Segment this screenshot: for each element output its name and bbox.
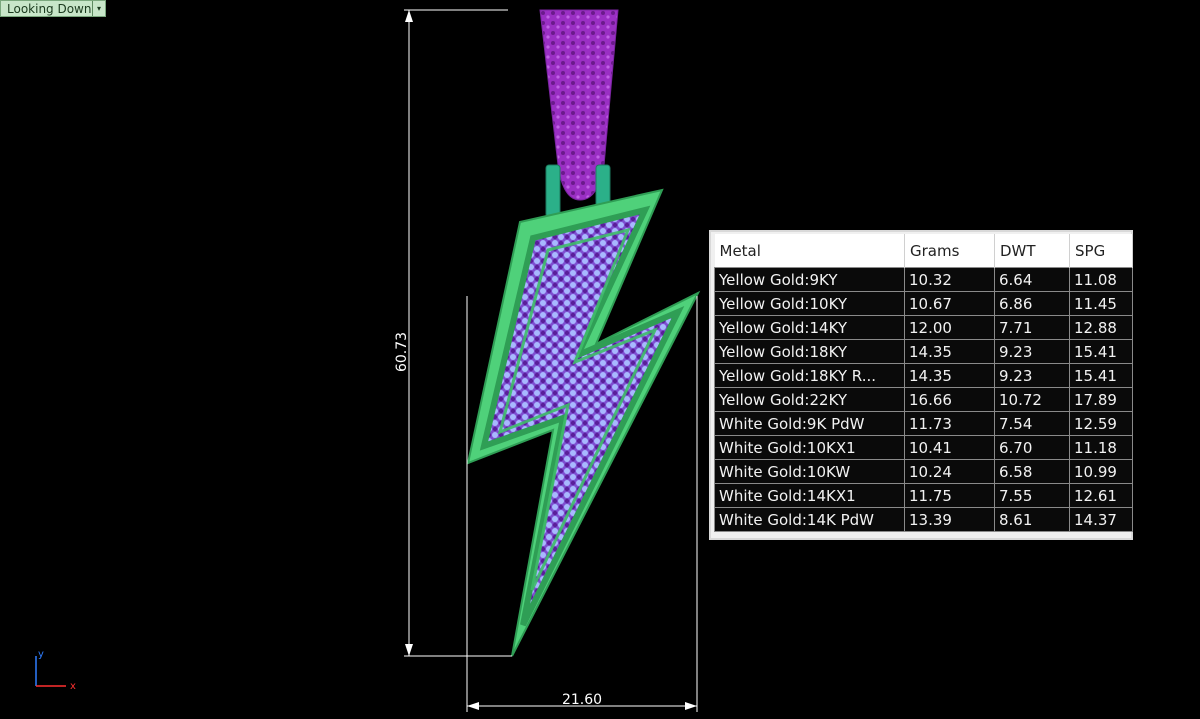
column-header-spg[interactable]: SPG	[1069, 234, 1133, 268]
chevron-down-icon[interactable]: ▾	[92, 1, 105, 16]
grams-cell: 11.73	[904, 411, 995, 436]
height-dimension-text: 60.73	[394, 332, 410, 372]
axis-x-label: x	[70, 681, 76, 692]
spg-cell: 12.61	[1069, 483, 1133, 508]
metal-cell: Yellow Gold:18KY R...	[714, 363, 905, 388]
metal-cell: Yellow Gold:18KY	[714, 339, 905, 364]
dwt-cell: 7.71	[994, 315, 1070, 340]
spg-cell: 11.45	[1069, 291, 1133, 316]
metal-cell: Yellow Gold:22KY	[714, 387, 905, 412]
table-row[interactable]: Yellow Gold:9KY 10.32 6.64 11.08	[714, 267, 1133, 292]
spg-cell: 12.88	[1069, 315, 1133, 340]
column-header-metal[interactable]: Metal	[714, 234, 905, 268]
grams-cell: 10.32	[904, 267, 995, 292]
metal-cell: White Gold:14K PdW	[714, 507, 905, 532]
view-selector[interactable]: Looking Down ▾	[0, 0, 106, 17]
grams-cell: 13.39	[904, 507, 995, 532]
spg-cell: 14.37	[1069, 507, 1133, 532]
grams-cell: 11.75	[904, 483, 995, 508]
spg-cell: 11.18	[1069, 435, 1133, 460]
axis-gizmo: y x	[35, 649, 76, 692]
view-name: Looking Down	[7, 1, 92, 16]
dwt-cell: 7.54	[994, 411, 1070, 436]
table-row[interactable]: Yellow Gold:14KY 12.00 7.71 12.88	[714, 315, 1133, 340]
dwt-cell: 6.70	[994, 435, 1070, 460]
table-row[interactable]: White Gold:14KX1 11.75 7.55 12.61	[714, 483, 1133, 508]
spg-cell: 15.41	[1069, 339, 1133, 364]
metal-weight-table: Metal Grams DWT SPG Yellow Gold:9KY 10.3…	[709, 230, 1133, 540]
table-header-row: Metal Grams DWT SPG	[714, 234, 1133, 268]
dwt-cell: 6.64	[994, 267, 1070, 292]
dwt-cell: 6.58	[994, 459, 1070, 484]
metal-cell: White Gold:14KX1	[714, 483, 905, 508]
grams-cell: 16.66	[904, 387, 995, 412]
dwt-cell: 9.23	[994, 363, 1070, 388]
column-header-dwt[interactable]: DWT	[994, 234, 1070, 268]
grams-cell: 10.67	[904, 291, 995, 316]
spg-cell: 12.59	[1069, 411, 1133, 436]
table-row[interactable]: Yellow Gold:18KY 14.35 9.23 15.41	[714, 339, 1133, 364]
metal-cell: Yellow Gold:10KY	[714, 291, 905, 316]
spg-cell: 17.89	[1069, 387, 1133, 412]
table-row[interactable]: Yellow Gold:22KY 16.66 10.72 17.89	[714, 387, 1133, 412]
grams-cell: 14.35	[904, 363, 995, 388]
metal-cell: Yellow Gold:14KY	[714, 315, 905, 340]
dwt-cell: 8.61	[994, 507, 1070, 532]
grams-cell: 10.24	[904, 459, 995, 484]
dwt-cell: 6.86	[994, 291, 1070, 316]
column-header-grams[interactable]: Grams	[904, 234, 995, 268]
table-row[interactable]: White Gold:10KW 10.24 6.58 10.99	[714, 459, 1133, 484]
grams-cell: 12.00	[904, 315, 995, 340]
table-row[interactable]: White Gold:14K PdW 13.39 8.61 14.37	[714, 507, 1133, 532]
dwt-cell: 9.23	[994, 339, 1070, 364]
table-row[interactable]: White Gold:10KX1 10.41 6.70 11.18	[714, 435, 1133, 460]
metal-cell: White Gold:10KX1	[714, 435, 905, 460]
spg-cell: 15.41	[1069, 363, 1133, 388]
grams-cell: 14.35	[904, 339, 995, 364]
dwt-cell: 10.72	[994, 387, 1070, 412]
spg-cell: 11.08	[1069, 267, 1133, 292]
table-row[interactable]: White Gold:9K PdW 11.73 7.54 12.59	[714, 411, 1133, 436]
table-row[interactable]: Yellow Gold:10KY 10.67 6.86 11.45	[714, 291, 1133, 316]
3d-viewport[interactable]: 60.73 21.60 y x Looking Down ▾ Metal Gra…	[0, 0, 1200, 719]
metal-cell: White Gold:10KW	[714, 459, 905, 484]
grams-cell: 10.41	[904, 435, 995, 460]
axis-y-label: y	[38, 649, 44, 660]
metal-cell: White Gold:9K PdW	[714, 411, 905, 436]
metal-cell: Yellow Gold:9KY	[714, 267, 905, 292]
bail-connector-left	[545, 164, 561, 218]
table-row[interactable]: Yellow Gold:18KY R... 14.35 9.23 15.41	[714, 363, 1133, 388]
width-dimension-text: 21.60	[562, 692, 602, 708]
spg-cell: 10.99	[1069, 459, 1133, 484]
dwt-cell: 7.55	[994, 483, 1070, 508]
